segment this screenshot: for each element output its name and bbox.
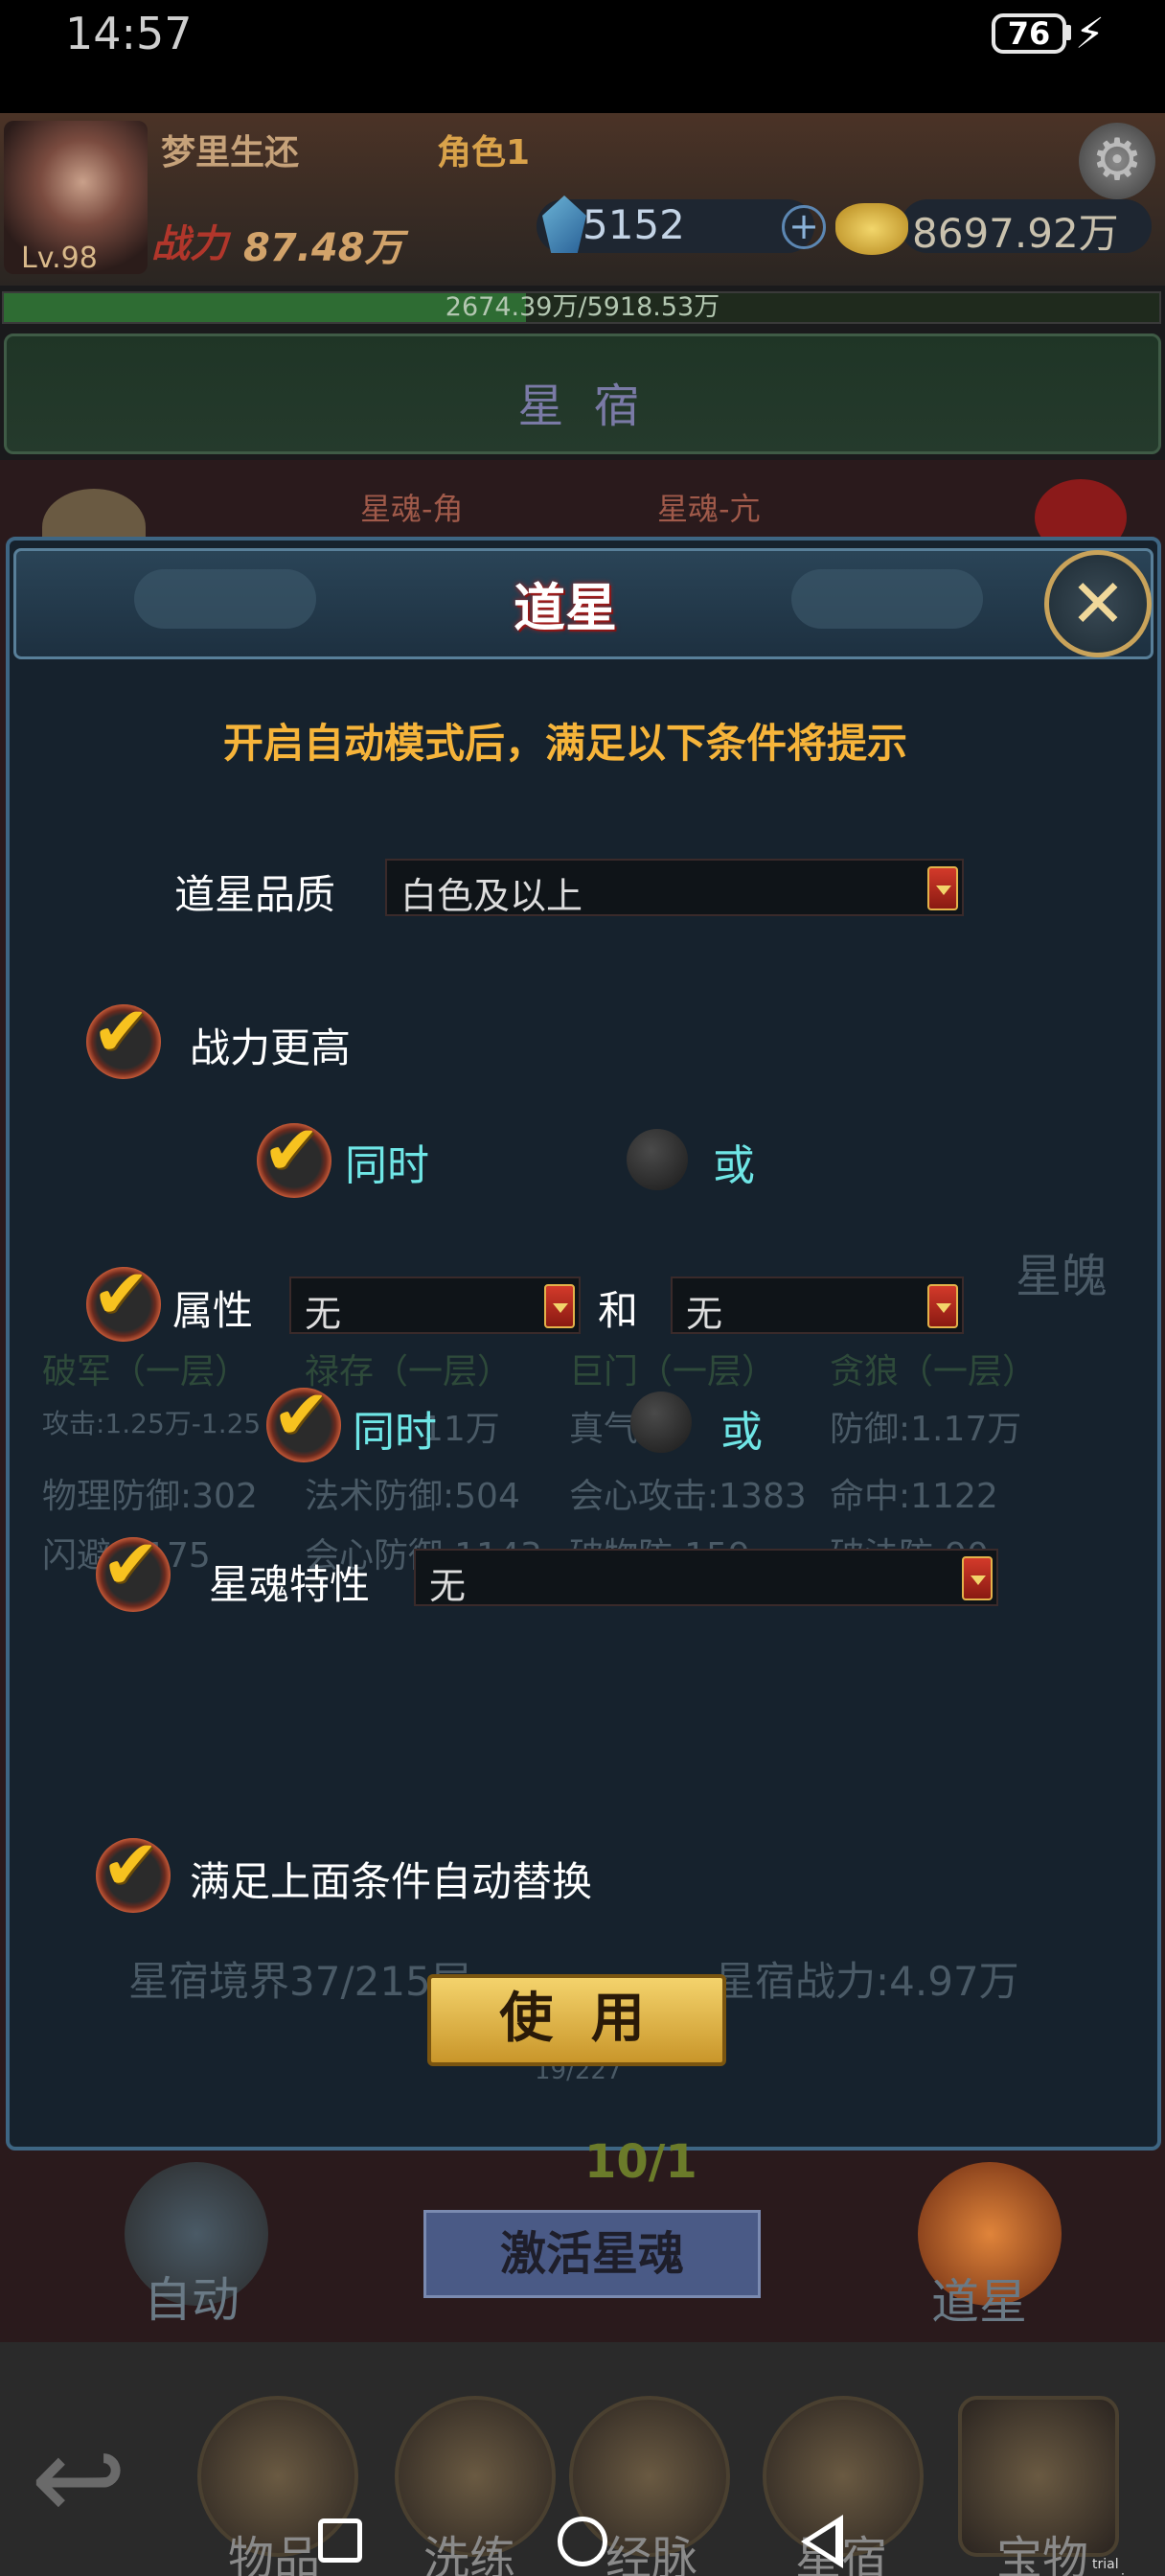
player-level: Lv.98 bbox=[21, 242, 98, 275]
dropdown-arrow-icon[interactable] bbox=[927, 866, 958, 910]
close-icon: ✕ bbox=[1069, 564, 1127, 643]
check-icon: ✔ bbox=[92, 991, 150, 1071]
attr-select-1-value: 无 bbox=[305, 1293, 342, 1335]
bg-realm: 星宿境界37/215层 bbox=[128, 1958, 471, 2005]
and-checkbox-1[interactable]: ✔ bbox=[257, 1110, 331, 1198]
dialog-hint: 开启自动模式后，满足以下条件将提示 bbox=[222, 720, 907, 767]
nav-items-label: 物品 bbox=[228, 2532, 321, 2576]
bg-stat-a3: 防御:1.17万 bbox=[830, 1410, 1022, 1449]
power-higher-checkbox[interactable]: ✔ bbox=[86, 991, 161, 1079]
settings-gear-icon[interactable]: ⚙ bbox=[1079, 123, 1155, 199]
and-checkbox-2[interactable]: ✔ bbox=[266, 1374, 341, 1462]
power-higher-label: 战力更高 bbox=[190, 1024, 352, 1071]
gem-value: 5152 bbox=[582, 201, 685, 248]
trait-select-value: 无 bbox=[429, 1565, 467, 1607]
daostar-label: 道星 bbox=[931, 2274, 1027, 2330]
or-label-1: 或 bbox=[713, 1141, 755, 1190]
role-name: 角色1 bbox=[437, 133, 531, 172]
and-word: 和 bbox=[598, 1287, 639, 1334]
add-gems-button[interactable]: + bbox=[782, 205, 826, 249]
attr-select-2-value: 无 bbox=[686, 1293, 723, 1335]
auto-label: 自动 bbox=[144, 2272, 240, 2328]
system-back-icon-inner bbox=[810, 2525, 835, 2558]
exp-text: 2674.39万/5918.53万 bbox=[445, 292, 720, 322]
check-icon: ✔ bbox=[102, 1524, 160, 1604]
bg-stat-b1: 法术防御:504 bbox=[305, 1477, 520, 1516]
back-arrow-icon[interactable]: ↩ bbox=[31, 2423, 165, 2538]
use-button[interactable]: 使 用 bbox=[427, 1974, 726, 2066]
power-value: 87.48万 bbox=[243, 226, 403, 270]
attr-label: 属性 bbox=[172, 1287, 254, 1334]
attr-select-1[interactable]: 无 bbox=[289, 1276, 581, 1335]
bg-stat-b2: 会心攻击:1383 bbox=[569, 1477, 807, 1516]
attr-checkbox[interactable]: ✔ bbox=[86, 1254, 161, 1342]
battery-indicator: 76 bbox=[992, 13, 1066, 54]
player-name: 梦里生还 bbox=[161, 133, 300, 172]
trait-label: 星魂特性 bbox=[209, 1561, 371, 1608]
gold-ingot-icon bbox=[835, 203, 908, 255]
recent-apps-icon[interactable] bbox=[318, 2518, 362, 2563]
bg-stat-b3: 命中:1122 bbox=[830, 1477, 998, 1516]
page-title: 星 宿 bbox=[517, 380, 648, 433]
power-label: 战力 bbox=[151, 222, 228, 266]
quality-label: 道星品质 bbox=[174, 871, 336, 918]
battery-tip bbox=[1065, 25, 1071, 40]
tab-star-soul-jiao[interactable]: 星魂-角 bbox=[360, 485, 464, 529]
nav-meridian-label: 经脉 bbox=[605, 2532, 698, 2576]
and-label-1: 同时 bbox=[345, 1141, 429, 1190]
trait-select[interactable]: 无 bbox=[414, 1549, 998, 1607]
star-counter: 10/1 bbox=[584, 2135, 697, 2189]
nav-treasure-label: 宝物 bbox=[996, 2532, 1089, 2576]
tab-star-soul-kang[interactable]: 星魂-亢 bbox=[657, 485, 761, 529]
check-icon: ✔ bbox=[102, 1825, 160, 1905]
dropdown-arrow-icon[interactable] bbox=[962, 1556, 993, 1600]
home-icon[interactable] bbox=[558, 2517, 607, 2566]
quality-select[interactable]: 白色及以上 bbox=[385, 859, 964, 917]
or-radio-2[interactable] bbox=[630, 1392, 692, 1453]
charging-icon: ⚡ bbox=[1075, 10, 1105, 58]
status-time: 14:57 bbox=[65, 8, 193, 59]
quality-select-value: 白色及以上 bbox=[400, 875, 583, 917]
check-icon: ✔ bbox=[272, 1374, 331, 1455]
or-label-2: 或 bbox=[720, 1408, 763, 1457]
bg-stat-b0: 物理防御:302 bbox=[42, 1477, 258, 1516]
or-radio-1[interactable] bbox=[627, 1129, 688, 1190]
gold-value: 8697.92万 bbox=[912, 210, 1119, 257]
bg-stat-header-1: 禄存（一层） bbox=[305, 1352, 513, 1392]
attr-select-2[interactable]: 无 bbox=[671, 1276, 964, 1335]
bg-stat-header-3: 贪狼（一层） bbox=[830, 1352, 1038, 1392]
nav-refine-label: 洗练 bbox=[423, 2532, 516, 2576]
and-label-2: 同时 bbox=[353, 1408, 437, 1457]
bg-stat-a2: 真气 bbox=[569, 1410, 639, 1449]
bg-star-soul-label: 星魄 bbox=[1016, 1250, 1108, 1303]
auto-replace-label: 满足上面条件自动替换 bbox=[190, 1858, 593, 1905]
dialog-title: 道星 bbox=[514, 578, 617, 638]
bg-stat-attack: 攻击:1.25万-1.25 bbox=[42, 1408, 262, 1439]
dropdown-arrow-icon[interactable] bbox=[927, 1284, 958, 1328]
watermark: trial version bbox=[1092, 2557, 1141, 2576]
check-icon: ✔ bbox=[92, 1254, 150, 1334]
activate-star-soul-button[interactable]: 激活星魂 bbox=[423, 2210, 761, 2298]
bg-realm-power: 星宿战力:4.97万 bbox=[715, 1958, 1019, 2005]
auto-replace-checkbox[interactable]: ✔ bbox=[96, 1825, 171, 1913]
check-icon: ✔ bbox=[263, 1110, 321, 1190]
close-button[interactable]: ✕ bbox=[1044, 550, 1152, 657]
bg-stat-header-2: 巨门（一层） bbox=[569, 1352, 777, 1392]
dropdown-arrow-icon[interactable] bbox=[544, 1284, 575, 1328]
trait-checkbox[interactable]: ✔ bbox=[96, 1524, 171, 1612]
bg-stat-header-0: 破军（一层） bbox=[42, 1352, 250, 1392]
